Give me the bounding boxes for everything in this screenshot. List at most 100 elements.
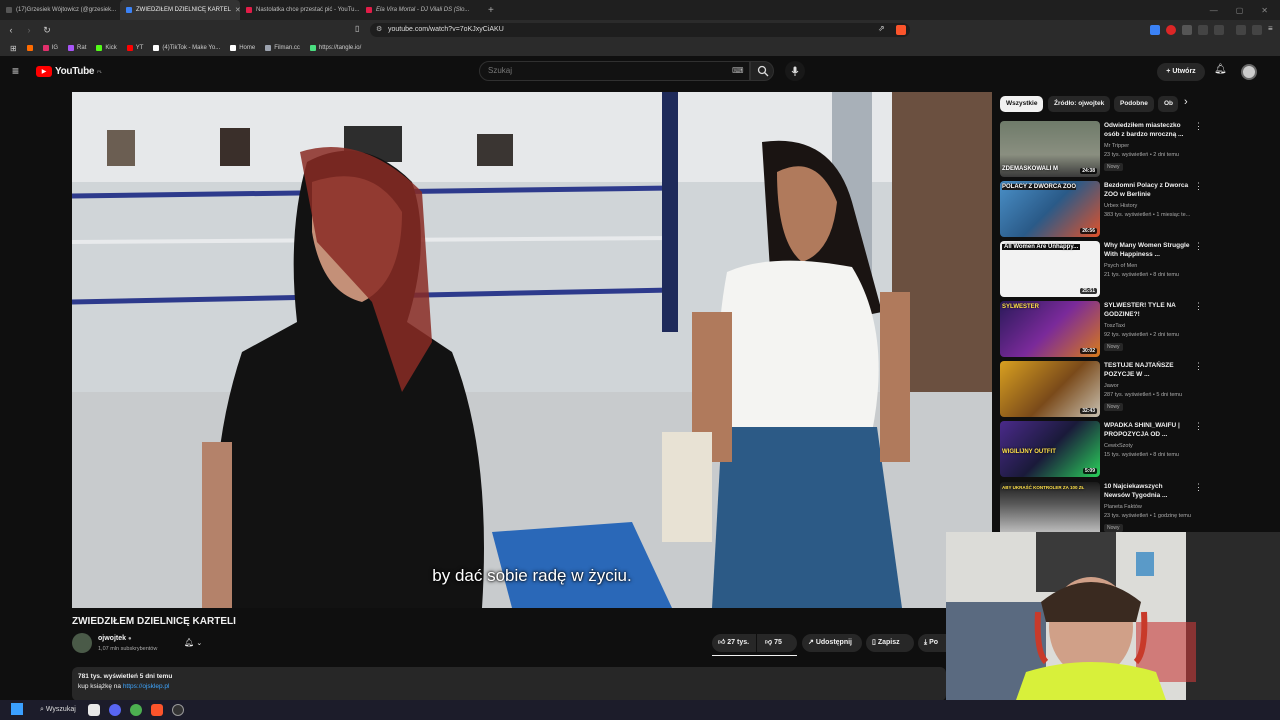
recommendation-item[interactable]: POLACY Z DWORCA ZOO 26:56 Bezdomni Polac… xyxy=(1000,181,1210,239)
recommendation-channel: Urbex History xyxy=(1104,203,1138,209)
file-explorer-icon[interactable] xyxy=(88,704,100,716)
channel-avatar[interactable] xyxy=(72,633,92,653)
discord-icon[interactable] xyxy=(109,704,121,716)
windows-start-icon[interactable] xyxy=(11,703,23,715)
bookmark-item[interactable]: Filman.cc xyxy=(265,45,300,51)
more-options-icon[interactable]: ⋮ xyxy=(1194,421,1203,432)
extension-icon[interactable] xyxy=(1166,25,1176,35)
apps-icon[interactable]: ⊞ xyxy=(10,44,17,53)
country-code: PL xyxy=(97,69,103,74)
bookmark-item[interactable]: Home xyxy=(230,45,255,51)
share-icon[interactable]: ⇗ xyxy=(878,24,885,33)
video-thumbnail: SYLWESTER 30:02 xyxy=(1000,301,1100,357)
taskbar-search[interactable]: ⌕ Wyszukaj xyxy=(34,703,78,717)
hamburger-menu-icon[interactable]: ≡ xyxy=(12,64,19,78)
maximize-icon[interactable]: ▢ xyxy=(1236,6,1244,15)
description-link[interactable]: https://ojsklep.pl xyxy=(123,683,170,690)
bookmark-item[interactable]: https://tangle.io/ xyxy=(309,45,361,51)
more-options-icon[interactable]: ⋮ xyxy=(1194,241,1203,252)
save-button[interactable]: ▯ Zapisz xyxy=(866,634,914,652)
recommendation-title: TESTUJE NAJTAŃSZE POZYCJE W ... xyxy=(1104,362,1174,378)
more-options-icon[interactable]: ⋮ xyxy=(1194,181,1203,192)
thumbnail-overlay-text: All Women Are Unhappy... xyxy=(1002,244,1081,250)
brave-shield-icon[interactable] xyxy=(896,25,906,35)
more-options-icon[interactable]: ⋮ xyxy=(1194,482,1203,493)
tab-label: Nastolatka chce przestać pić - YouTu... xyxy=(256,7,360,13)
reload-icon[interactable]: ↻ xyxy=(40,25,54,36)
extension-icon[interactable] xyxy=(1150,25,1160,35)
video-thumbnail: ABY UKRAŚĆ KONTROLER ZA 100 ZŁ xyxy=(1000,482,1100,538)
bookmark-item[interactable] xyxy=(26,45,33,51)
more-options-icon[interactable]: ⋮ xyxy=(1194,361,1203,372)
browser-tab[interactable]: Ela Vira Mortal - DJ Vilali DS (Slo... xyxy=(360,0,480,20)
extension-icon[interactable] xyxy=(1182,25,1192,35)
sidebar-icon[interactable] xyxy=(1214,25,1224,35)
chip-all[interactable]: Wszystkie xyxy=(1000,96,1044,112)
bookmark-label: (4)TikTok - Make Yo... xyxy=(162,45,221,51)
bookmark-icon[interactable]: ▯ xyxy=(355,24,359,33)
bookmark-item[interactable]: (4)TikTok - Make Yo... xyxy=(153,45,220,51)
bookmark-item[interactable]: IG xyxy=(42,45,58,51)
like-button[interactable]: 👍︎ 27 tys. xyxy=(712,634,756,652)
url-text: youtube.com/watch?v=7oKJxyCiAKU xyxy=(388,26,504,33)
browser-tab[interactable]: Nastolatka chce przestać pić - YouTu... xyxy=(240,0,360,20)
brave-icon[interactable] xyxy=(151,704,163,716)
forward-icon[interactable]: › xyxy=(22,25,36,35)
keyboard-icon[interactable]: ⌨ xyxy=(732,62,744,80)
new-badge: Nowy xyxy=(1104,524,1123,532)
minimize-icon[interactable]: — xyxy=(1210,6,1218,15)
dislike-button[interactable]: 👎︎ 75 xyxy=(757,634,797,652)
instagram-icon xyxy=(42,45,49,51)
more-options-icon[interactable]: ⋮ xyxy=(1194,301,1203,312)
back-icon[interactable]: ‹ xyxy=(4,25,18,35)
wallet-icon[interactable] xyxy=(1252,25,1262,35)
recommendation-item[interactable]: All Women Are Unhappy... 25:51 Why Many … xyxy=(1000,241,1210,299)
thumbs-down-icon: 👎︎ xyxy=(765,639,773,646)
recommendation-item[interactable]: ZDEMASKOWALI M 24:38 Odwiedziłem miastec… xyxy=(1000,121,1210,179)
share-button[interactable]: ↗ Udostępnij xyxy=(802,634,862,652)
voice-search-button[interactable] xyxy=(785,61,805,81)
recommendation-item[interactable]: SYLWESTER 30:02 SYLWESTER! TYLE NA GODZI… xyxy=(1000,301,1210,359)
browser-tab[interactable]: (17)Grzesiek Wójtowicz (@grzesiek... xyxy=(0,0,120,20)
description-box[interactable]: 781 tys. wyświetleń 5 dni temu kup książ… xyxy=(72,667,946,701)
media-icon[interactable] xyxy=(1236,25,1246,35)
close-window-icon[interactable]: ✕ xyxy=(1261,6,1268,15)
recommendation-item[interactable]: 32:43 TESTUJE NAJTAŃSZE POZYCJE W ... Ja… xyxy=(1000,361,1210,419)
recommendation-meta: 23 tys. wyświetleń • 2 dni temu xyxy=(1104,152,1179,158)
create-button[interactable]: + Utwórz xyxy=(1157,63,1205,81)
obs-icon[interactable] xyxy=(172,704,184,716)
search-button[interactable] xyxy=(750,61,774,81)
tab-label: Ela Vira Mortal - DJ Vilali DS (Slo... xyxy=(376,7,470,13)
thumbnail-overlay-text: ZDEMASKOWALI M xyxy=(1002,166,1058,172)
tab-favicon-icon xyxy=(6,7,12,13)
new-tab-icon[interactable]: + xyxy=(480,5,502,16)
extensions-puzzle-icon[interactable] xyxy=(1198,25,1208,35)
subscribed-bell-button[interactable]: 🔔︎ ⌄ xyxy=(176,634,212,652)
menu-icon[interactable]: ≡ xyxy=(1268,24,1273,33)
bookmark-item[interactable]: YT xyxy=(126,45,143,51)
webcam-frame xyxy=(946,532,1280,700)
channel-name[interactable]: ojwojtek ● xyxy=(98,635,132,642)
site-info-icon[interactable]: ⚙ xyxy=(376,25,382,33)
download-button[interactable]: ⤓ Po xyxy=(918,634,946,652)
address-bar[interactable]: youtube.com/watch?v=7oKJxyCiAKU xyxy=(370,23,910,37)
youtube-logo[interactable]: ▶ YouTube PL xyxy=(36,66,102,77)
chrome-icon[interactable] xyxy=(130,704,142,716)
bookmark-item[interactable]: Rat xyxy=(68,45,86,51)
chip-related[interactable]: Podobne xyxy=(1114,96,1154,112)
video-player[interactable]: by dać sobie radę w życiu. xyxy=(72,92,992,608)
video-thumbnail: 32:43 xyxy=(1000,361,1100,417)
recommendation-item[interactable]: WIGILIJNY OUTFIT 5:09 WPADKA SHINI_WAIFU… xyxy=(1000,421,1210,479)
recommendation-channel: ToszTaxi xyxy=(1104,323,1126,329)
search-input[interactable]: Szukaj ⌨ xyxy=(479,61,750,81)
chip-from-channel[interactable]: Źródło: ojwojtek xyxy=(1048,96,1111,112)
recommendation-title: 10 Najciekawszych Newsów Tygodnia ... xyxy=(1104,483,1168,499)
x-icon xyxy=(230,45,237,51)
chevron-right-icon[interactable]: › xyxy=(1184,96,1188,108)
avatar[interactable] xyxy=(1241,64,1257,80)
chip-more[interactable]: Ob xyxy=(1158,96,1178,112)
notifications-bell-icon[interactable]: 🔔︎ xyxy=(1214,64,1227,75)
more-options-icon[interactable]: ⋮ xyxy=(1194,121,1203,132)
bookmark-item[interactable]: Kick xyxy=(96,45,117,51)
browser-tab-active[interactable]: ZWIEDZIŁEM DZIELNICĘ KARTEL ✕ xyxy=(120,0,240,20)
